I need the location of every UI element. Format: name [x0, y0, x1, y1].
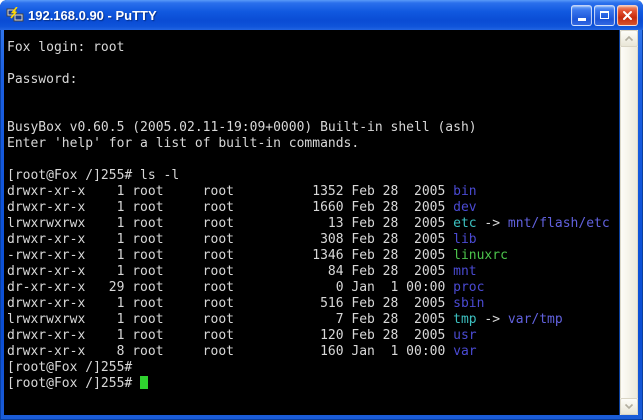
file-meta: drwxr-xr-x 1 root root 84 Feb 28 2005 [7, 264, 453, 279]
file-meta: lrwxrwxrwx 1 root root 13 Feb 28 2005 [7, 216, 453, 231]
terminal-cursor [140, 376, 148, 389]
chevron-up-icon [624, 35, 634, 42]
file-meta: drwxr-xr-x 1 root root 120 Feb 28 2005 [7, 328, 453, 343]
window-title: 192.168.0.90 - PuTTY [28, 8, 571, 23]
file-meta: dr-xr-xr-x 29 root root 0 Jan 1 00:00 [7, 280, 453, 295]
file-meta: drwxr-xr-x 1 root root 1352 Feb 28 2005 [7, 184, 453, 199]
directory-name: usr [453, 328, 476, 343]
terminal-line: Fox login: root [7, 40, 619, 56]
password-prompt: Password: [7, 72, 77, 87]
scrollbar[interactable] [619, 30, 638, 415]
shell-prompt: [root@Fox /]255# [7, 376, 140, 391]
close-icon [622, 10, 633, 21]
symlink-name: tmp [453, 312, 476, 327]
minimize-button[interactable] [571, 5, 592, 26]
putty-icon [6, 7, 24, 23]
terminal-line: drwxr-xr-x 1 root root 1660 Feb 28 2005 … [7, 200, 619, 216]
symlink-name: etc [453, 216, 476, 231]
client-area: Fox login: root Password: BusyBox v0.60.5 … [4, 30, 638, 415]
terminal-line: dr-xr-xr-x 29 root root 0 Jan 1 00:00 pr… [7, 280, 619, 296]
terminal-line: -rwxr-xr-x 1 root root 1346 Feb 28 2005 … [7, 248, 619, 264]
terminal-line: drwxr-xr-x 1 root root 1352 Feb 28 2005 … [7, 184, 619, 200]
terminal-line: drwxr-xr-x 1 root root 308 Feb 28 2005 l… [7, 232, 619, 248]
terminal-line: Enter 'help' for a list of built-in comm… [7, 136, 619, 152]
executable-name: linuxrc [453, 248, 508, 263]
scrollbar-thumb[interactable] [620, 47, 638, 398]
symlink-target: var/tmp [508, 312, 563, 327]
terminal-line: lrwxrwxrwx 1 root root 13 Feb 28 2005 et… [7, 216, 619, 232]
file-meta: drwxr-xr-x 8 root root 160 Jan 1 00:00 [7, 344, 453, 359]
busybox-help-hint: Enter 'help' for a list of built-in comm… [7, 136, 359, 151]
directory-name: sbin [453, 296, 484, 311]
directory-name: proc [453, 280, 484, 295]
login-prompt: Fox login: root [7, 40, 124, 55]
shell-prompt-command: [root@Fox /]255# ls -l [7, 168, 179, 183]
maximize-icon [600, 11, 609, 19]
scroll-down-button[interactable] [620, 398, 638, 415]
file-meta: drwxr-xr-x 1 root root 516 Feb 28 2005 [7, 296, 453, 311]
terminal-line: BusyBox v0.60.5 (2005.02.11-19:09+0000) … [7, 120, 619, 136]
terminal-line: [root@Fox /]255# [7, 376, 619, 392]
maximize-button[interactable] [594, 5, 615, 26]
file-meta: lrwxrwxrwx 1 root root 7 Feb 28 2005 [7, 312, 453, 327]
scroll-up-button[interactable] [620, 30, 638, 47]
close-button[interactable] [617, 5, 638, 26]
directory-name: var [453, 344, 476, 359]
terminal-line: drwxr-xr-x 1 root root 516 Feb 28 2005 s… [7, 296, 619, 312]
terminal-line: drwxr-xr-x 1 root root 84 Feb 28 2005 mn… [7, 264, 619, 280]
putty-window: 192.168.0.90 - PuTTY Fox login: root Pass… [0, 0, 643, 420]
file-meta: drwxr-xr-x 1 root root 1660 Feb 28 2005 [7, 200, 453, 215]
terminal-line [7, 56, 619, 72]
symlink-arrow: -> [477, 216, 508, 231]
directory-name: dev [453, 200, 476, 215]
terminal-line: drwxr-xr-x 8 root root 160 Jan 1 00:00 v… [7, 344, 619, 360]
terminal-line: drwxr-xr-x 1 root root 120 Feb 28 2005 u… [7, 328, 619, 344]
terminal-line [7, 104, 619, 120]
symlink-arrow: -> [477, 312, 508, 327]
terminal-line: [root@Fox /]255# [7, 360, 619, 376]
chevron-down-icon [624, 403, 634, 410]
terminal-line: Password: [7, 72, 619, 88]
directory-name: bin [453, 184, 476, 199]
terminal-output[interactable]: Fox login: root Password: BusyBox v0.60.5 … [4, 30, 619, 415]
file-meta: drwxr-xr-x 1 root root 308 Feb 28 2005 [7, 232, 453, 247]
terminal-line: [root@Fox /]255# ls -l [7, 168, 619, 184]
terminal-line [7, 152, 619, 168]
file-meta: -rwxr-xr-x 1 root root 1346 Feb 28 2005 [7, 248, 453, 263]
directory-name: mnt [453, 264, 476, 279]
minimize-icon [578, 18, 586, 21]
titlebar[interactable]: 192.168.0.90 - PuTTY [0, 0, 643, 30]
window-controls [571, 5, 638, 26]
shell-prompt: [root@Fox /]255# [7, 360, 132, 375]
directory-name: lib [453, 232, 476, 247]
terminal-line [7, 88, 619, 104]
terminal-line: lrwxrwxrwx 1 root root 7 Feb 28 2005 tmp… [7, 312, 619, 328]
symlink-target: mnt/flash/etc [508, 216, 610, 231]
busybox-banner: BusyBox v0.60.5 (2005.02.11-19:09+0000) … [7, 120, 477, 135]
